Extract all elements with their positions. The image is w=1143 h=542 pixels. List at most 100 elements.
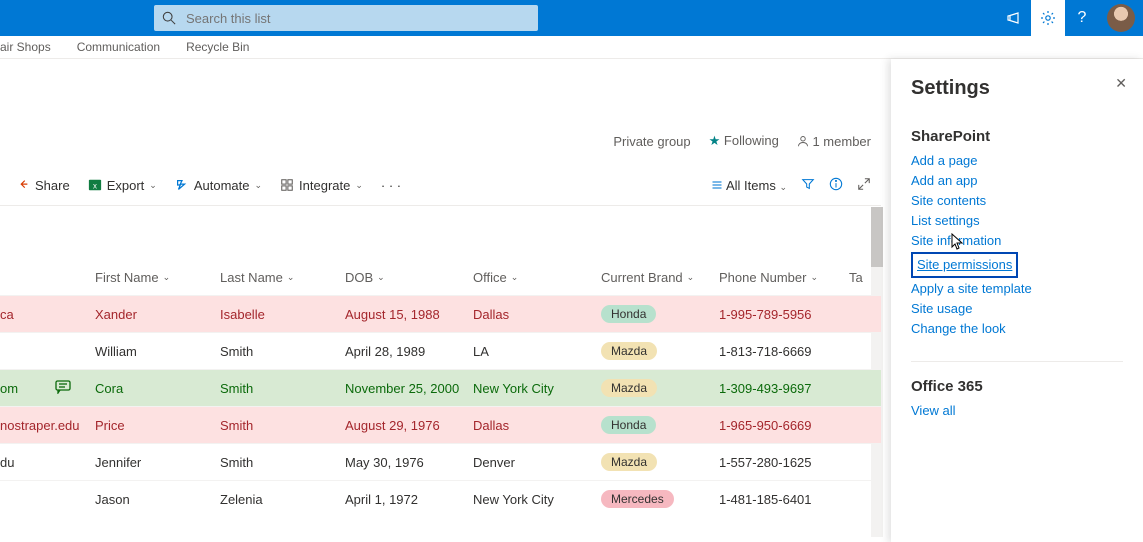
col-brand[interactable]: Current Brand⌄ — [601, 270, 719, 285]
settings-link[interactable]: Apply a site template — [911, 279, 1123, 299]
group-privacy: Private group — [613, 134, 690, 149]
cell-phone: 1-557-280-1625 — [719, 455, 849, 470]
cell-phone: 1-813-718-6669 — [719, 344, 849, 359]
cell-dob: November 25, 2000 — [345, 381, 473, 396]
app-header: ? — [0, 0, 1143, 36]
nav-item[interactable]: Communication — [77, 40, 160, 54]
list-table: First Name⌄ Last Name⌄ DOB⌄ Office⌄ Curr… — [0, 259, 881, 517]
col-dob[interactable]: DOB⌄ — [345, 270, 473, 285]
integrate-button[interactable]: Integrate ⌄ — [274, 174, 369, 197]
cell-office: Denver — [473, 455, 601, 470]
gear-icon[interactable] — [1031, 0, 1065, 36]
cell-partial: du — [0, 455, 55, 470]
following-status[interactable]: ★ Following — [709, 133, 779, 149]
cell-first: Cora — [95, 381, 220, 396]
filter-icon[interactable] — [801, 177, 815, 194]
table-header: First Name⌄ Last Name⌄ DOB⌄ Office⌄ Curr… — [0, 259, 881, 295]
cell-brand: Mazda — [601, 342, 719, 360]
cell-office: New York City — [473, 381, 601, 396]
cell-brand: Honda — [601, 416, 719, 434]
col-phone[interactable]: Phone Number⌄ — [719, 270, 849, 285]
more-button[interactable]: · · · — [375, 174, 407, 197]
cell-phone: 1-309-493-9697 — [719, 381, 849, 396]
cell-first: Xander — [95, 307, 220, 322]
cell-brand: Mazda — [601, 453, 719, 471]
settings-link[interactable]: Site usage — [911, 299, 1123, 319]
megaphone-icon[interactable] — [997, 0, 1031, 36]
settings-link[interactable]: Site permissions — [911, 252, 1018, 278]
cell-brand: Mazda — [601, 379, 719, 397]
cell-office: Dallas — [473, 307, 601, 322]
cell-dob: April 1, 1972 — [345, 492, 473, 507]
site-nav: air Shops Communication Recycle Bin — [0, 36, 1143, 59]
cell-last: Smith — [220, 381, 345, 396]
chat-icon[interactable] — [55, 380, 95, 397]
svg-text:x: x — [93, 182, 97, 191]
col-extra[interactable]: Ta — [849, 270, 879, 285]
col-office[interactable]: Office⌄ — [473, 270, 601, 285]
cell-dob: August 15, 1988 — [345, 307, 473, 322]
cell-phone: 1-995-789-5956 — [719, 307, 849, 322]
cell-office: Dallas — [473, 418, 601, 433]
nav-item[interactable]: air Shops — [0, 40, 51, 54]
member-count[interactable]: 1 member — [797, 134, 871, 149]
search-input[interactable] — [184, 10, 538, 27]
cell-last: Smith — [220, 455, 345, 470]
cell-office: New York City — [473, 492, 601, 507]
cell-partial: nostraper.edu — [0, 418, 55, 433]
expand-icon[interactable] — [857, 177, 871, 194]
settings-link[interactable]: List settings — [911, 211, 1123, 231]
scrollbar-thumb[interactable] — [871, 207, 883, 267]
cell-office: LA — [473, 344, 601, 359]
table-row[interactable]: du JenniferSmithMay 30, 1976DenverMazda1-… — [0, 443, 881, 480]
cell-first: William — [95, 344, 220, 359]
panel-title: Settings — [911, 77, 1123, 100]
cell-phone: 1-965-950-6669 — [719, 418, 849, 433]
settings-link[interactable]: Site information — [911, 231, 1123, 251]
cell-dob: May 30, 1976 — [345, 455, 473, 470]
avatar[interactable] — [1107, 4, 1135, 32]
cell-dob: August 29, 1976 — [345, 418, 473, 433]
settings-link[interactable]: View all — [911, 401, 1123, 421]
cell-last: Smith — [220, 344, 345, 359]
share-button[interactable]: Share — [10, 174, 76, 197]
info-icon[interactable] — [829, 177, 843, 194]
cell-last: Isabelle — [220, 307, 345, 322]
col-last-name[interactable]: Last Name⌄ — [220, 270, 345, 285]
automate-button[interactable]: Automate ⌄ — [169, 174, 268, 197]
cell-partial: om — [0, 381, 55, 396]
settings-link[interactable]: Add an app — [911, 171, 1123, 191]
col-first-name[interactable]: First Name⌄ — [95, 270, 220, 285]
view-selector[interactable]: All Items ⌄ — [711, 178, 787, 193]
cell-first: Jason — [95, 492, 220, 507]
table-row[interactable]: om CoraSmithNovember 25, 2000New York Cit… — [0, 369, 881, 406]
settings-link[interactable]: Add a page — [911, 151, 1123, 171]
help-icon[interactable]: ? — [1065, 0, 1099, 36]
cell-dob: April 28, 1989 — [345, 344, 473, 359]
command-bar: Share xExport ⌄ Automate ⌄ Integrate ⌄ ·… — [0, 165, 881, 206]
table-row[interactable]: JasonZeleniaApril 1, 1972New York CityMe… — [0, 480, 881, 517]
cell-phone: 1-481-185-6401 — [719, 492, 849, 507]
site-status: Private group ★ Following 1 member — [613, 133, 871, 149]
close-icon[interactable]: ✕ — [1115, 75, 1127, 92]
cell-last: Smith — [220, 418, 345, 433]
panel-section-sharepoint: SharePoint — [911, 128, 1123, 145]
settings-link[interactable]: Site contents — [911, 191, 1123, 211]
divider — [911, 361, 1123, 362]
table-row[interactable]: nostraper.edu PriceSmithAugust 29, 1976Da… — [0, 406, 881, 443]
search-icon — [162, 11, 176, 25]
cell-last: Zelenia — [220, 492, 345, 507]
settings-link[interactable]: Change the look — [911, 319, 1123, 339]
cell-brand: Honda — [601, 305, 719, 323]
settings-panel: ✕ Settings SharePoint Add a pageAdd an a… — [891, 59, 1143, 542]
nav-item[interactable]: Recycle Bin — [186, 40, 249, 54]
cell-brand: Mercedes — [601, 490, 719, 508]
cell-first: Jennifer — [95, 455, 220, 470]
search-box[interactable] — [154, 5, 538, 31]
export-button[interactable]: xExport ⌄ — [82, 174, 163, 197]
table-row[interactable]: ca XanderIsabelleAugust 15, 1988DallasHon… — [0, 295, 881, 332]
table-row[interactable]: WilliamSmithApril 28, 1989LAMazda1-813-7… — [0, 332, 881, 369]
cell-first: Price — [95, 418, 220, 433]
panel-section-office365: Office 365 — [911, 378, 1123, 395]
cell-partial: ca — [0, 307, 55, 322]
